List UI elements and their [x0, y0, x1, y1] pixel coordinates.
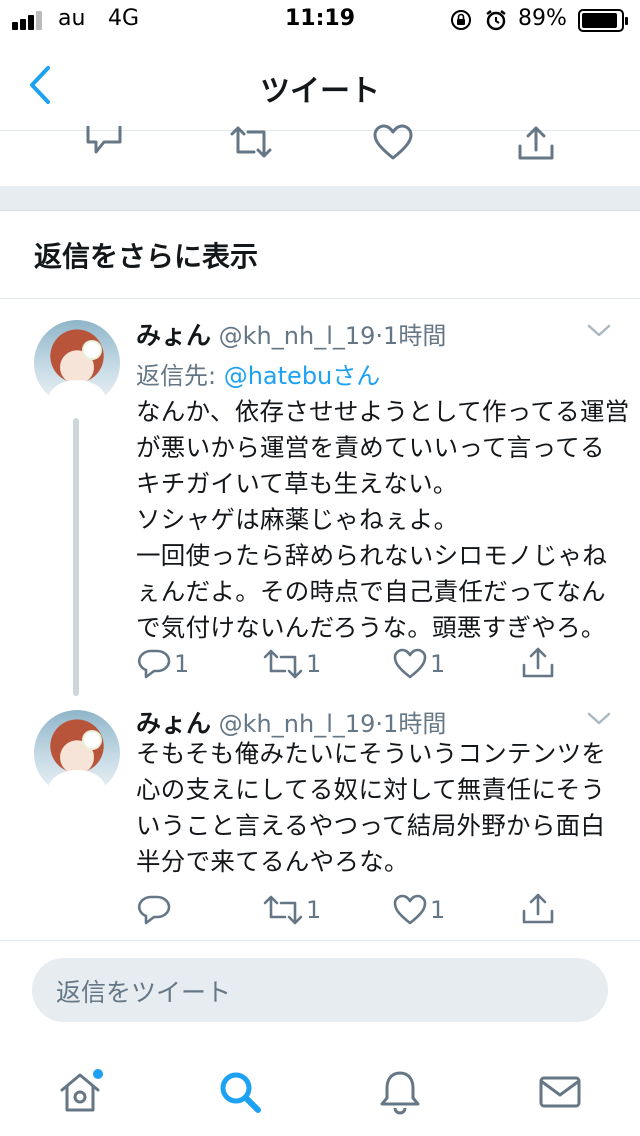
tweet-text: そもそも俺みたいにそういうコンテンツを 心の支えにしてる奴に対して無責任にそう …: [136, 739, 607, 876]
avatar[interactable]: [34, 710, 120, 796]
show-more-replies-label: 返信をさらに表示: [34, 240, 259, 273]
nav-bar: ツイート: [0, 40, 640, 131]
tab-search[interactable]: [210, 1062, 270, 1122]
battery-percent: 89%: [518, 6, 567, 31]
prev-reply-button[interactable]: [84, 126, 124, 162]
tweet-author-handle: @kh_nh_l_19: [218, 710, 376, 738]
share-icon: [522, 893, 554, 924]
share-button[interactable]: [520, 646, 556, 680]
reply-prefix: 返信先:: [136, 362, 224, 390]
reply-composer[interactable]: 返信をツイート: [32, 958, 608, 1022]
heart-icon: [373, 124, 413, 160]
tweet-author-name[interactable]: みょん: [136, 321, 211, 350]
battery-icon: [578, 9, 628, 32]
page-title: ツイート: [260, 74, 380, 109]
tab-home[interactable]: [50, 1062, 110, 1122]
prev-retweet-button[interactable]: [228, 126, 274, 162]
share-icon: [518, 126, 554, 160]
reply-user-link[interactable]: @hatebuさん: [224, 362, 381, 390]
messages-icon: [539, 1076, 581, 1108]
show-more-replies-button[interactable]: 返信をさらに表示: [0, 211, 640, 299]
avatar[interactable]: [34, 320, 120, 406]
retweet-count: 1: [306, 650, 322, 678]
like-count: 1: [430, 896, 446, 924]
search-icon: [220, 1072, 261, 1113]
tweet-text: なんか、依存させせようとして作ってる運営 が悪いから運営を責めていいって言ってる…: [136, 397, 630, 642]
tweet-time: 1時間: [383, 322, 447, 350]
heart-icon: [393, 648, 427, 679]
status-bar: au 4G 11:19 89%: [0, 0, 640, 40]
divider: [0, 940, 640, 941]
rotation-lock-icon: [451, 10, 471, 30]
like-button[interactable]: 1: [392, 648, 445, 680]
thread-line: [73, 418, 79, 696]
tab-bar: [0, 1048, 640, 1136]
reply-icon: [86, 126, 122, 154]
section-separator: [0, 186, 640, 211]
tweet-author-name[interactable]: みょん: [136, 709, 211, 738]
reply-count: 1: [174, 650, 190, 678]
prev-share-button[interactable]: [516, 124, 556, 162]
reply-button[interactable]: 1: [136, 648, 189, 680]
share-icon: [522, 647, 554, 678]
reply-composer-placeholder: 返信をツイート: [56, 978, 232, 1007]
retweet-button[interactable]: 1: [262, 894, 321, 926]
prev-like-button[interactable]: [372, 124, 414, 162]
reply-context: 返信先: @hatebuさん: [136, 356, 380, 391]
reply-button[interactable]: [136, 894, 174, 926]
heart-icon: [393, 894, 427, 925]
reply-icon: [137, 649, 171, 679]
reply-icon: [137, 895, 171, 925]
retweet-icon: [263, 649, 303, 679]
retweet-button[interactable]: 1: [262, 648, 321, 680]
share-button[interactable]: [520, 892, 556, 926]
tweet-author-handle: @kh_nh_l_19: [218, 322, 376, 350]
like-count: 1: [430, 650, 446, 678]
home-icon: [60, 1069, 103, 1112]
tab-notifications[interactable]: [370, 1062, 430, 1122]
tweet-time: 1時間: [383, 710, 447, 738]
retweet-icon: [230, 126, 272, 158]
like-button[interactable]: 1: [392, 894, 445, 926]
retweet-icon: [263, 895, 303, 925]
retweet-count: 1: [306, 896, 322, 924]
chevron-down-icon[interactable]: [586, 322, 612, 340]
tab-messages[interactable]: [530, 1062, 590, 1122]
alarm-icon: [486, 10, 506, 31]
notifications-icon: [380, 1071, 420, 1115]
chevron-down-icon[interactable]: [586, 710, 612, 728]
